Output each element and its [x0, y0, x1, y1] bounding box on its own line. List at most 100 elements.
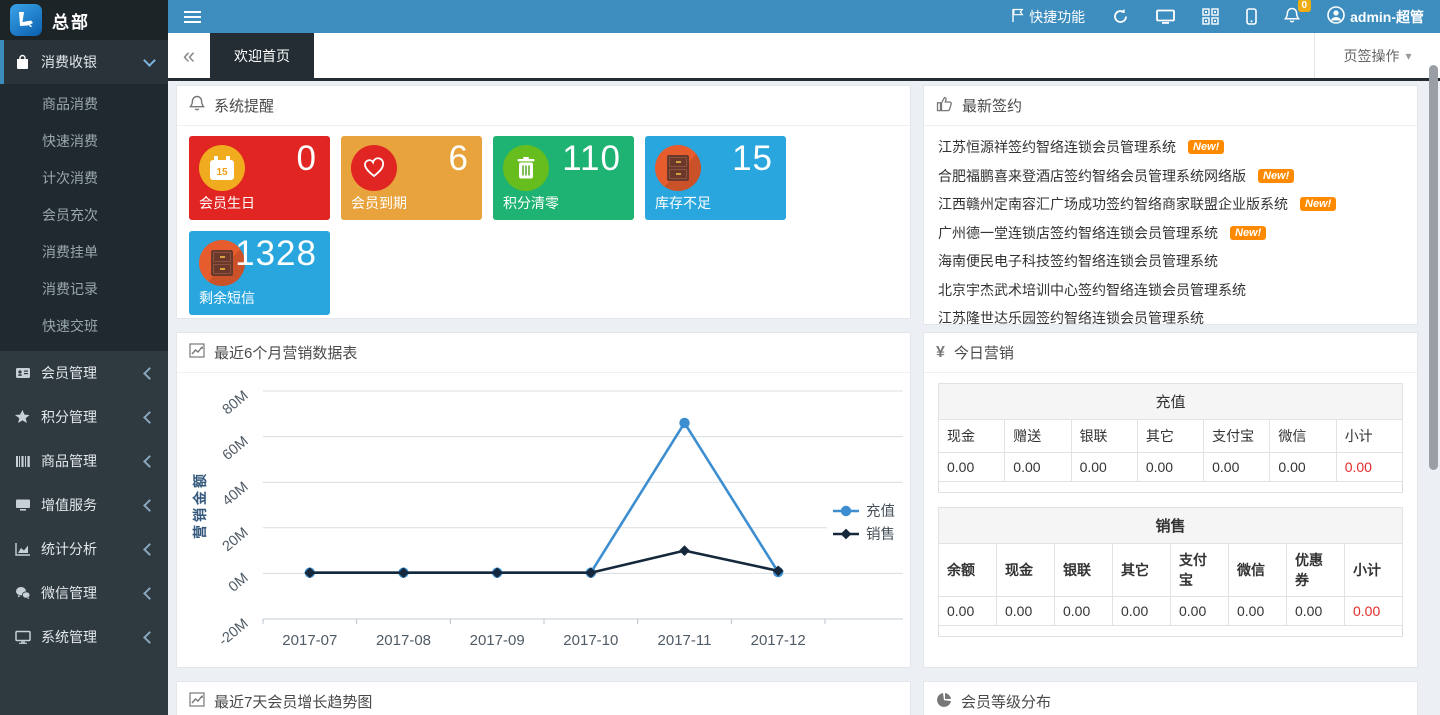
sidebar-item-wechat[interactable]: 微信管理: [0, 571, 168, 615]
stat-label: 积分清零: [503, 193, 559, 213]
screen-icon: [14, 497, 31, 514]
points-star-icon: [14, 409, 31, 426]
member-levels-panel: 会员等级分布: [923, 681, 1418, 715]
main-content: 系统提醒 15 0 会员生日 6 会员到: [168, 81, 1440, 715]
sidebar-item-label: 增值服务: [41, 495, 97, 515]
panel-title: 最近7天会员增长趋势图: [214, 691, 372, 712]
brand-title: 总部: [52, 8, 90, 33]
quick-functions-label: 快捷功能: [1029, 7, 1085, 27]
subtotal-cell: 0.00: [1336, 453, 1402, 482]
sidebar-item-consume-cashier[interactable]: 消费收银: [0, 40, 168, 84]
list-item[interactable]: 江苏隆世达乐园签约智络连锁会员管理系统: [938, 304, 1403, 325]
stat-card-member-expiry[interactable]: 6 会员到期: [341, 136, 482, 220]
stat-card-sms-remaining[interactable]: 1328 剩余短信: [189, 231, 330, 315]
modules-grid-icon[interactable]: [1202, 8, 1219, 25]
sidebar-item-label: 商品管理: [41, 451, 97, 471]
col-header: 现金: [997, 544, 1055, 597]
chevron-left-icon: [143, 411, 156, 424]
col-header: 支付宝: [1204, 420, 1270, 453]
list-item[interactable]: 北京宇杰武术培训中心签约智络连锁会员管理系统: [938, 276, 1403, 305]
list-item[interactable]: 广州德一堂连锁店签约智络连锁会员管理系统New!: [938, 219, 1403, 248]
submenu-item[interactable]: 会员充次: [0, 197, 168, 234]
bell-outline-icon: [189, 95, 205, 116]
svg-text:2017-12: 2017-12: [751, 632, 806, 649]
chevron-left-icon: [143, 587, 156, 600]
tab-label: 欢迎首页: [234, 46, 290, 66]
sidebar-item-value-added[interactable]: 增值服务: [0, 483, 168, 527]
sidebar-item-products[interactable]: 商品管理: [0, 439, 168, 483]
signing-text: 江西赣州定南容汇广场成功签约智络商家联盟企业版系统: [938, 194, 1288, 214]
tab-welcome-home[interactable]: 欢迎首页: [210, 33, 314, 78]
svg-text:60M: 60M: [220, 433, 252, 463]
subtotal-cell: 0.00: [1345, 597, 1403, 626]
area-chart-icon: [14, 541, 31, 558]
stat-label: 会员生日: [199, 193, 255, 213]
cell: 0.00: [1204, 453, 1270, 482]
calendar-icon: 15: [199, 145, 245, 191]
submenu-item[interactable]: 快速消费: [0, 123, 168, 160]
list-item[interactable]: 海南便民电子科技签约智络连锁会员管理系统: [938, 247, 1403, 276]
new-badge: New!: [1230, 226, 1266, 240]
submenu-item[interactable]: 快速交班: [0, 308, 168, 345]
svg-text:0M: 0M: [226, 570, 252, 595]
user-menu[interactable]: admin-超管: [1327, 6, 1424, 27]
signing-text: 江苏恒源祥签约智络连锁会员管理系统: [938, 137, 1176, 157]
signings-list: 江苏恒源祥签约智络连锁会员管理系统 New! 合肥福鹏喜来登酒店签约智络会员管理系…: [924, 126, 1417, 325]
heart-icon: [351, 145, 397, 191]
tab-operations-dropdown[interactable]: 页签操作 ▾: [1314, 33, 1440, 78]
stat-card-member-birthday[interactable]: 15 0 会员生日: [189, 136, 330, 220]
col-header: 赠送: [1005, 420, 1071, 453]
hamburger-menu-icon[interactable]: [168, 0, 214, 33]
caret-down-icon: ▾: [1405, 49, 1411, 63]
collapse-tabs-button[interactable]: «: [168, 33, 210, 78]
cell: 0.00: [997, 597, 1055, 626]
panel-title: 今日营销: [954, 342, 1014, 363]
sidebar-item-statistics[interactable]: 统计分析: [0, 527, 168, 571]
new-badge: New!: [1188, 140, 1224, 154]
svg-text:2017-11: 2017-11: [658, 632, 712, 649]
col-header: 优惠券: [1287, 544, 1345, 597]
list-item[interactable]: 江西赣州定南容汇广场成功签约智络商家联盟企业版系统New!: [938, 190, 1403, 219]
signing-text: 合肥福鹏喜来登酒店签约智络会员管理系统网络版: [938, 166, 1246, 186]
stat-card-low-stock[interactable]: 15 库存不足: [645, 136, 786, 220]
signing-text: 江苏隆世达乐园签约智络连锁会员管理系统: [938, 308, 1204, 325]
panel-title: 最近6个月营销数据表: [214, 342, 357, 363]
line-chart-icon: [189, 343, 205, 362]
page-scrollbar-thumb[interactable]: [1429, 65, 1438, 470]
sidebar: 总部 消费收银 商品消费 快速消费 计次消费 会员充次 消费挂单 消费记录 快速…: [0, 0, 168, 715]
refresh-icon[interactable]: [1112, 8, 1129, 25]
submenu-item[interactable]: 商品消费: [0, 86, 168, 123]
sidebar-item-members[interactable]: 会员管理: [0, 351, 168, 395]
submenu-item[interactable]: 消费挂单: [0, 234, 168, 271]
latest-signings-panel: 最新签约 江苏恒源祥签约智络连锁会员管理系统New! 合肥福鹏喜来登酒店签约智络…: [923, 85, 1418, 325]
list-item[interactable]: 江苏恒源祥签约智络连锁会员管理系统 New!: [938, 133, 1403, 162]
svg-text:营销金额: 营销金额: [192, 471, 208, 539]
sidebar-item-points[interactable]: 积分管理: [0, 395, 168, 439]
wechat-icon: [14, 585, 31, 602]
stat-cards: 15 0 会员生日 6 会员到期: [177, 126, 910, 319]
col-header: 微信: [1229, 544, 1287, 597]
cell: 0.00: [1005, 453, 1071, 482]
stat-value: 6: [449, 139, 469, 179]
sidebar-item-label: 消费收银: [41, 52, 97, 72]
system-reminders-panel: 系统提醒 15 0 会员生日 6 会员到: [176, 85, 911, 319]
submenu-item[interactable]: 计次消费: [0, 160, 168, 197]
monitor-icon[interactable]: [1156, 9, 1175, 25]
quick-functions-button[interactable]: 快捷功能: [1011, 7, 1085, 27]
double-left-arrow-icon: «: [183, 43, 195, 69]
sales-table: 销售 余额 现金 银联 其它 支付宝 微信 优惠券 小计 0.00: [938, 507, 1403, 637]
cell: 0.00: [939, 453, 1005, 482]
mobile-icon[interactable]: [1246, 8, 1257, 25]
stat-value: 15: [732, 139, 773, 179]
list-item[interactable]: 合肥福鹏喜来登酒店签约智络会员管理系统网络版 New!: [938, 162, 1403, 191]
chevron-left-icon: [143, 499, 156, 512]
topbar: 快捷功能 0 admin-超管: [168, 0, 1440, 33]
svg-text:20M: 20M: [220, 525, 252, 555]
sidebar-item-system[interactable]: 系统管理: [0, 615, 168, 659]
notifications-bell-icon[interactable]: 0: [1284, 7, 1300, 27]
chevron-left-icon: [143, 455, 156, 468]
stat-card-points-reset[interactable]: 110 积分清零: [493, 136, 634, 220]
new-badge: New!: [1258, 169, 1294, 183]
col-header: 现金: [939, 420, 1005, 453]
submenu-item[interactable]: 消费记录: [0, 271, 168, 308]
